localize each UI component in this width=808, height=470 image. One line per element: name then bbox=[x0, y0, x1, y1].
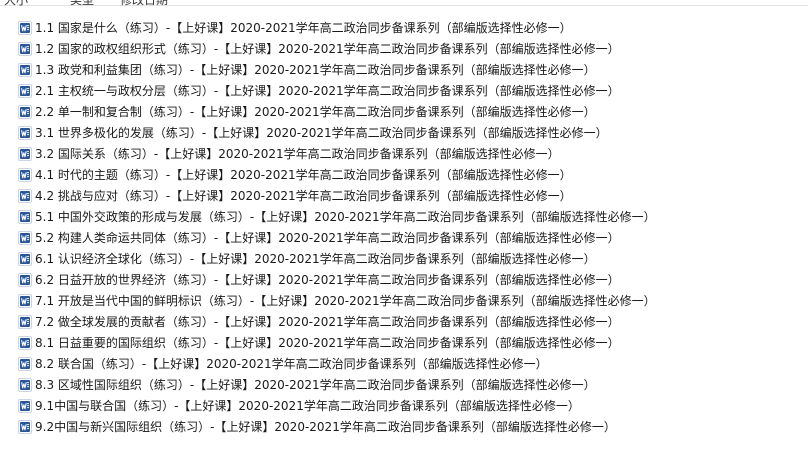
file-name: 8.1 日益重要的国际组织（练习）-【上好课】2020-2021学年高二政治同步… bbox=[35, 335, 620, 350]
word-doc-icon bbox=[18, 335, 32, 350]
file-name: 4.1 时代的主题（练习）-【上好课】2020-2021学年高二政治同步备课系列… bbox=[35, 167, 572, 182]
file-item[interactable]: 7.1 开放是当代中国的鲜明标识（练习）-【上好课】2020-2021学年高二政… bbox=[18, 290, 656, 311]
file-name: 7.1 开放是当代中国的鲜明标识（练习）-【上好课】2020-2021学年高二政… bbox=[35, 293, 656, 308]
file-name: 9.1中国与联合国（练习）-【上好课】2020-2021学年高二政治同步备课系列… bbox=[35, 398, 580, 413]
file-item[interactable]: 5.2 构建人类命运共同体（练习）-【上好课】2020-2021学年高二政治同步… bbox=[18, 227, 656, 248]
file-name: 9.2中国与新兴国际组织（练习）-【上好课】2020-2021学年高二政治同步备… bbox=[35, 419, 616, 434]
file-name: 6.1 认识经济全球化（练习）-【上好课】2020-2021学年高二政治同步备课… bbox=[35, 251, 596, 266]
word-doc-icon bbox=[18, 272, 32, 287]
file-name: 7.2 做全球发展的贡献者（练习）-【上好课】2020-2021学年高二政治同步… bbox=[35, 314, 620, 329]
file-name: 8.2 联合国（练习）-【上好课】2020-2021学年高二政治同步备课系列（部… bbox=[35, 356, 548, 371]
file-item[interactable]: 8.2 联合国（练习）-【上好课】2020-2021学年高二政治同步备课系列（部… bbox=[18, 353, 656, 374]
file-item[interactable]: 4.2 挑战与应对（练习）-【上好课】2020-2021学年高二政治同步备课系列… bbox=[18, 185, 656, 206]
word-doc-icon bbox=[18, 83, 32, 98]
file-name: 1.2 国家的政权组织形式（练习）-【上好课】2020-2021学年高二政治同步… bbox=[35, 41, 620, 56]
column-header-modified[interactable]: 修改日期 bbox=[120, 0, 168, 8]
word-doc-icon bbox=[18, 62, 32, 77]
file-item[interactable]: 1.1 国家是什么（练习）-【上好课】2020-2021学年高二政治同步备课系列… bbox=[18, 17, 656, 38]
word-doc-icon bbox=[18, 104, 32, 119]
file-item[interactable]: 2.1 主权统一与政权分层（练习）-【上好课】2020-2021学年高二政治同步… bbox=[18, 80, 656, 101]
file-item[interactable]: 9.2中国与新兴国际组织（练习）-【上好课】2020-2021学年高二政治同步备… bbox=[18, 416, 656, 437]
word-doc-icon bbox=[18, 356, 32, 371]
word-doc-icon bbox=[18, 377, 32, 392]
file-item[interactable]: 9.1中国与联合国（练习）-【上好课】2020-2021学年高二政治同步备课系列… bbox=[18, 395, 656, 416]
file-list: 1.1 国家是什么（练习）-【上好课】2020-2021学年高二政治同步备课系列… bbox=[18, 17, 656, 437]
file-name: 6.2 日益开放的世界经济（练习）-【上好课】2020-2021学年高二政治同步… bbox=[35, 272, 620, 287]
word-doc-icon bbox=[18, 125, 32, 140]
file-item[interactable]: 8.1 日益重要的国际组织（练习）-【上好课】2020-2021学年高二政治同步… bbox=[18, 332, 656, 353]
file-name: 3.1 世界多极化的发展（练习）-【上好课】2020-2021学年高二政治同步备… bbox=[35, 125, 608, 140]
file-item[interactable]: 1.2 国家的政权组织形式（练习）-【上好课】2020-2021学年高二政治同步… bbox=[18, 38, 656, 59]
file-name: 5.1 中国外交政策的形成与发展（练习）-【上好课】2020-2021学年高二政… bbox=[35, 209, 656, 224]
file-name: 2.1 主权统一与政权分层（练习）-【上好课】2020-2021学年高二政治同步… bbox=[35, 83, 620, 98]
word-doc-icon bbox=[18, 251, 32, 266]
word-doc-icon bbox=[18, 398, 32, 413]
file-explorer-view: 大小 类型 修改日期 1.1 国家是什么（练习）-【上好课】2020-2021学… bbox=[0, 0, 808, 470]
word-doc-icon bbox=[18, 230, 32, 245]
file-item[interactable]: 6.2 日益开放的世界经济（练习）-【上好课】2020-2021学年高二政治同步… bbox=[18, 269, 656, 290]
word-doc-icon bbox=[18, 419, 32, 434]
word-doc-icon bbox=[18, 188, 32, 203]
file-item[interactable]: 2.2 单一制和复合制（练习）-【上好课】2020-2021学年高二政治同步备课… bbox=[18, 101, 656, 122]
file-name: 8.3 区域性国际组织（练习）-【上好课】2020-2021学年高二政治同步备课… bbox=[35, 377, 596, 392]
file-name: 3.2 国际关系（练习）-【上好课】2020-2021学年高二政治同步备课系列（… bbox=[35, 146, 560, 161]
file-name: 1.1 国家是什么（练习）-【上好课】2020-2021学年高二政治同步备课系列… bbox=[35, 20, 572, 35]
word-doc-icon bbox=[18, 167, 32, 182]
file-item[interactable]: 5.1 中国外交政策的形成与发展（练习）-【上好课】2020-2021学年高二政… bbox=[18, 206, 656, 227]
file-item[interactable]: 1.3 政党和利益集团（练习）-【上好课】2020-2021学年高二政治同步备课… bbox=[18, 59, 656, 80]
word-doc-icon bbox=[18, 314, 32, 329]
column-header-type[interactable]: 类型 bbox=[70, 0, 94, 8]
word-doc-icon bbox=[18, 146, 32, 161]
file-item[interactable]: 6.1 认识经济全球化（练习）-【上好课】2020-2021学年高二政治同步备课… bbox=[18, 248, 656, 269]
word-doc-icon bbox=[18, 209, 32, 224]
file-name: 4.2 挑战与应对（练习）-【上好课】2020-2021学年高二政治同步备课系列… bbox=[35, 188, 572, 203]
word-doc-icon bbox=[18, 20, 32, 35]
file-item[interactable]: 4.1 时代的主题（练习）-【上好课】2020-2021学年高二政治同步备课系列… bbox=[18, 164, 656, 185]
column-header: 大小 类型 修改日期 bbox=[0, 0, 808, 8]
file-item[interactable]: 8.3 区域性国际组织（练习）-【上好课】2020-2021学年高二政治同步备课… bbox=[18, 374, 656, 395]
file-item[interactable]: 3.1 世界多极化的发展（练习）-【上好课】2020-2021学年高二政治同步备… bbox=[18, 122, 656, 143]
file-item[interactable]: 7.2 做全球发展的贡献者（练习）-【上好课】2020-2021学年高二政治同步… bbox=[18, 311, 656, 332]
file-name: 1.3 政党和利益集团（练习）-【上好课】2020-2021学年高二政治同步备课… bbox=[35, 62, 596, 77]
file-name: 2.2 单一制和复合制（练习）-【上好课】2020-2021学年高二政治同步备课… bbox=[35, 104, 596, 119]
file-item[interactable]: 3.2 国际关系（练习）-【上好课】2020-2021学年高二政治同步备课系列（… bbox=[18, 143, 656, 164]
word-doc-icon bbox=[18, 41, 32, 56]
column-header-size[interactable]: 大小 bbox=[4, 0, 28, 8]
word-doc-icon bbox=[18, 293, 32, 308]
file-name: 5.2 构建人类命运共同体（练习）-【上好课】2020-2021学年高二政治同步… bbox=[35, 230, 620, 245]
